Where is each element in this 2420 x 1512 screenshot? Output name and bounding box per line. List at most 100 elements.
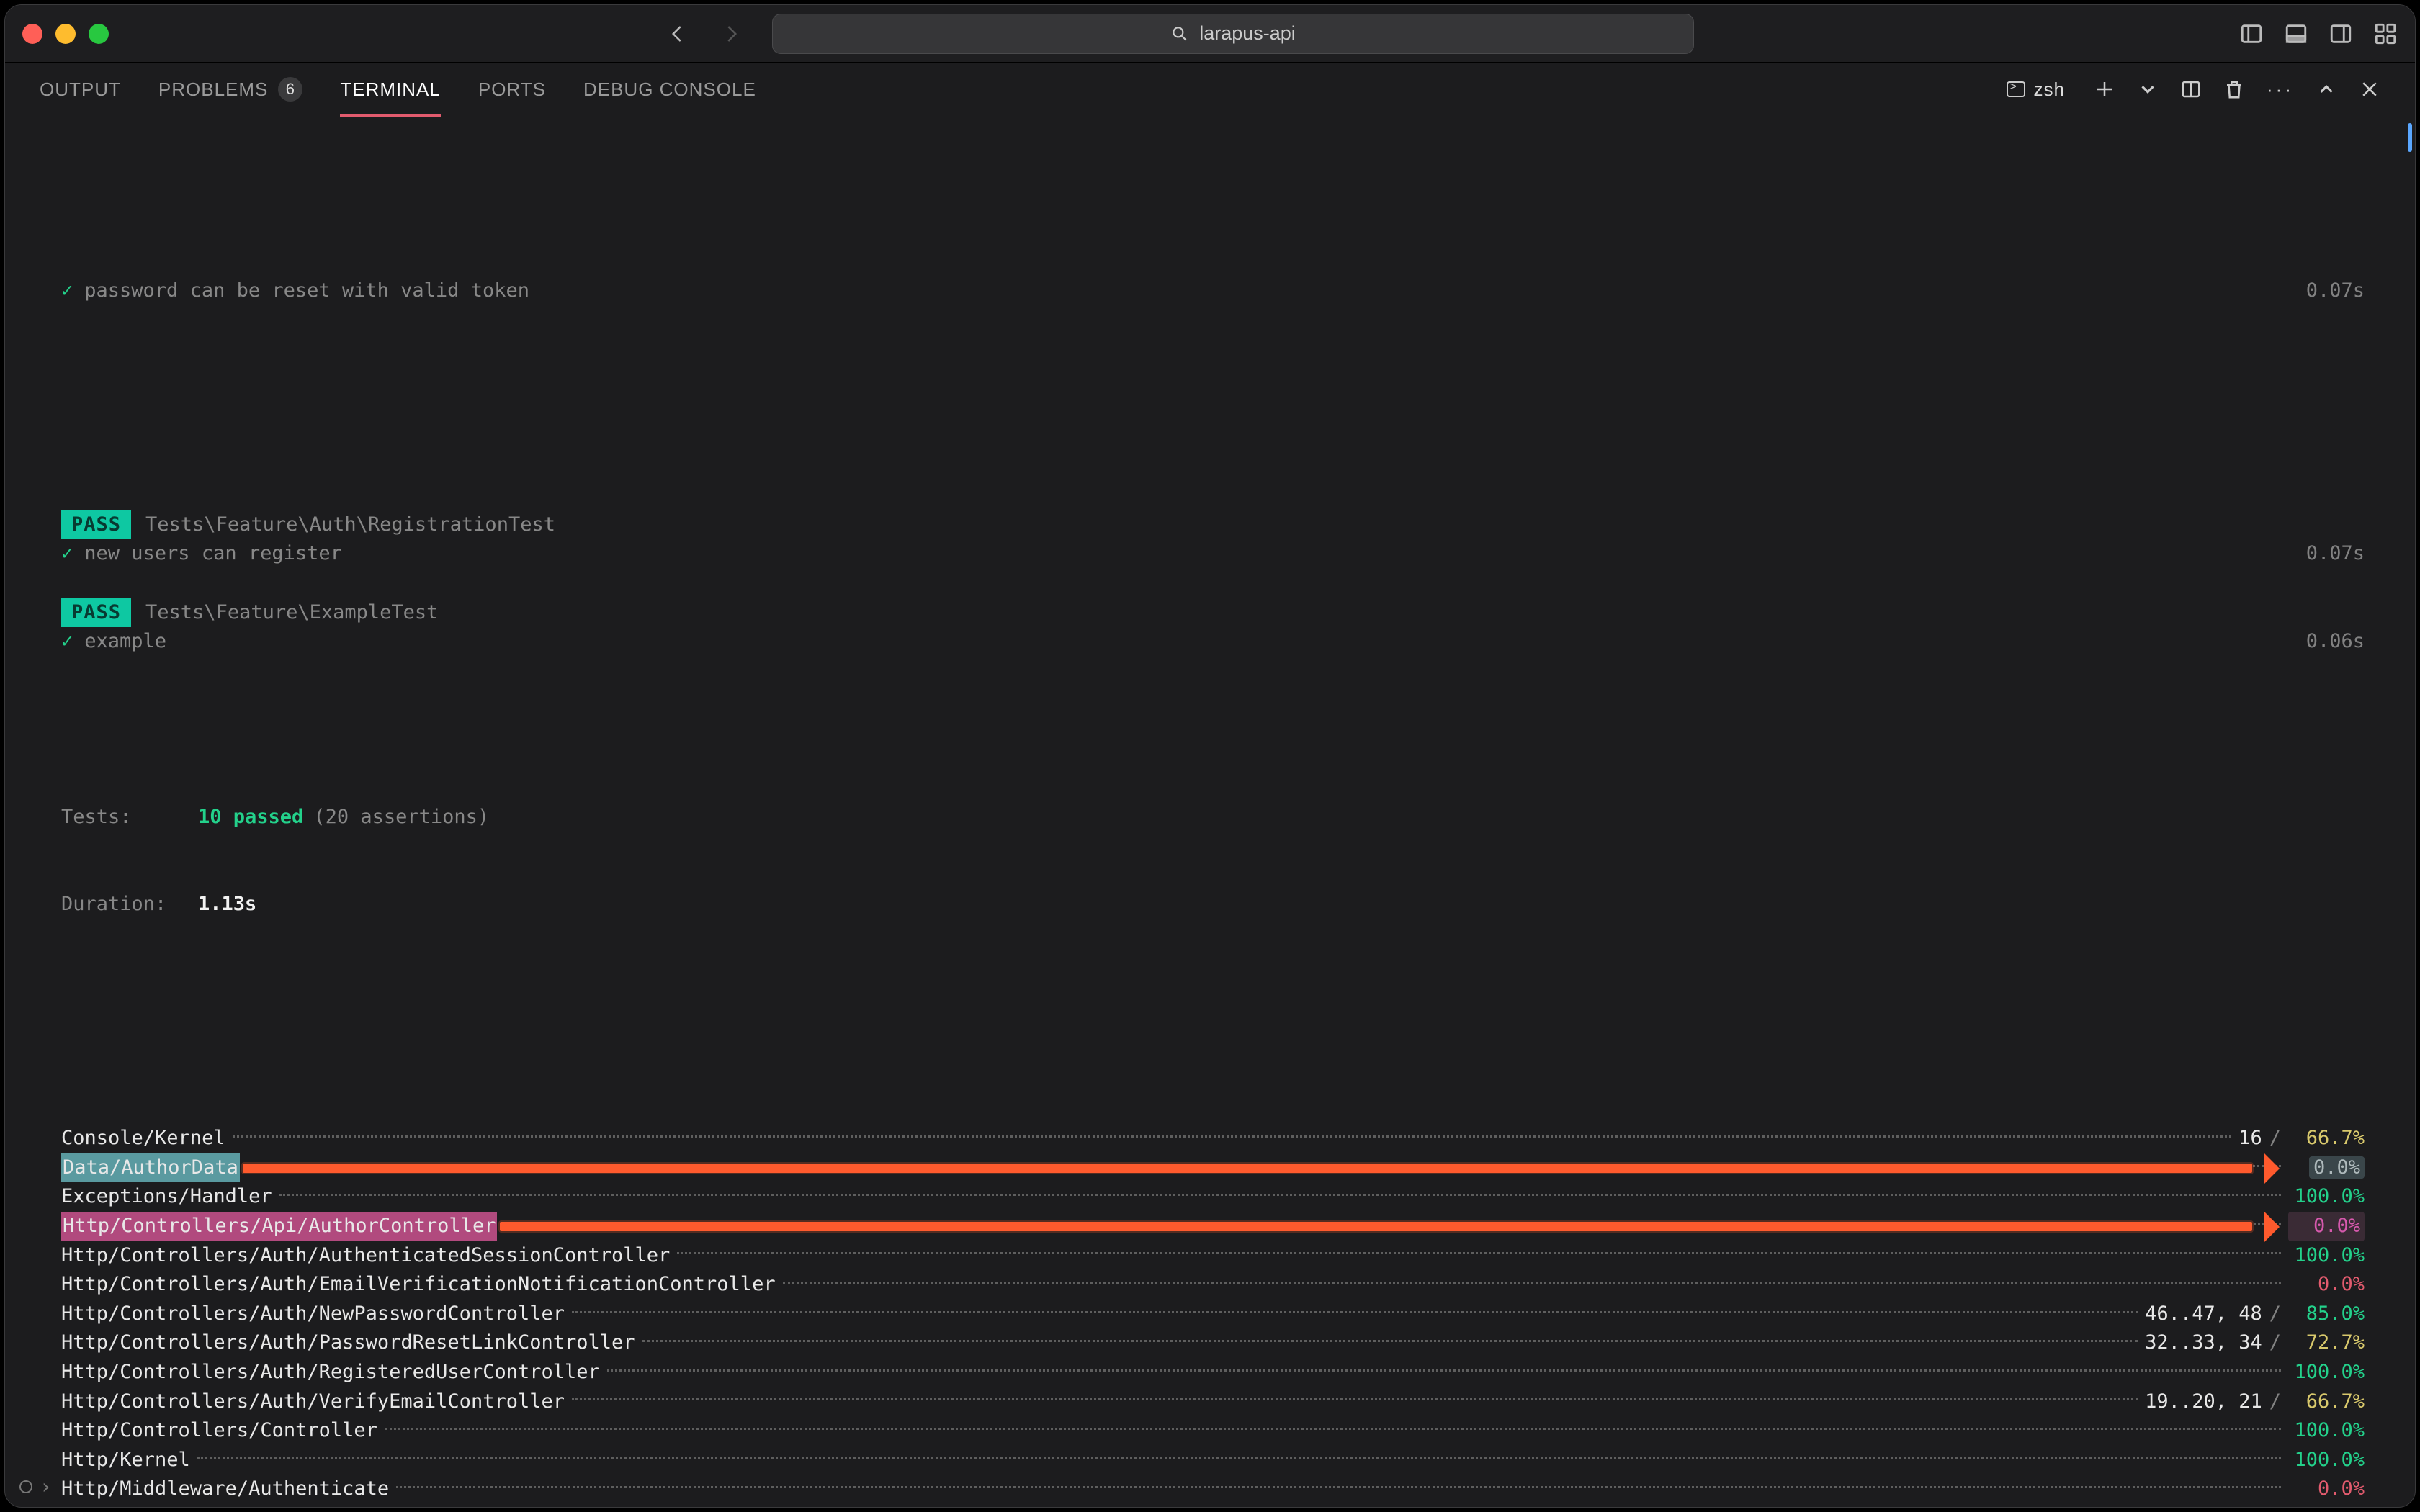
coverage-path: Data/AuthorData	[61, 1153, 240, 1183]
coverage-path: Http/Controllers/Auth/AuthenticatedSessi…	[61, 1241, 670, 1271]
tab-debug-console[interactable]: DEBUG CONSOLE	[583, 78, 756, 101]
test-case-time: 0.07s	[2306, 539, 2365, 569]
coverage-lines: 32..33, 34	[2145, 1328, 2262, 1358]
remote-indicator-icon	[19, 1480, 32, 1493]
new-terminal-button[interactable]	[2094, 78, 2115, 100]
pass-badge: PASS	[61, 510, 131, 540]
coverage-sep: /	[2269, 1300, 2281, 1329]
tab-ports-label: PORTS	[478, 78, 546, 101]
shell-name: zsh	[2034, 78, 2065, 101]
test-case-name: example	[84, 627, 166, 657]
coverage-pct: 0.0%	[2288, 1153, 2365, 1183]
command-center-search[interactable]: larapus-api	[772, 14, 1694, 54]
window-titlebar: larapus-api	[5, 5, 2415, 63]
coverage-path: Http/Controllers/Api/AuthorController	[61, 1212, 497, 1241]
coverage-path: Http/Controllers/Auth/VerifyEmailControl…	[61, 1387, 565, 1417]
terminal-dropdown-icon[interactable]	[2137, 78, 2159, 100]
tab-terminal-label: TERMINAL	[340, 78, 440, 101]
chevron-right-icon: ›	[40, 1475, 52, 1498]
toggle-primary-sidebar-icon[interactable]	[2239, 22, 2264, 46]
toggle-secondary-sidebar-icon[interactable]	[2329, 22, 2353, 46]
coverage-lines: 46..47, 48	[2145, 1300, 2262, 1329]
search-text: larapus-api	[1199, 22, 1296, 45]
tab-ports[interactable]: PORTS	[478, 78, 546, 101]
coverage-path: Http/Controllers/Auth/RegisteredUserCont…	[61, 1358, 600, 1387]
tab-debug-console-label: DEBUG CONSOLE	[583, 78, 756, 101]
kill-terminal-button[interactable]	[2223, 78, 2245, 100]
terminal-output[interactable]: ✓ password can be reset with valid token…	[5, 116, 2415, 1507]
coverage-path: Http/Middleware/Authenticate	[61, 1475, 389, 1504]
coverage-path: Http/Controllers/Auth/PasswordResetLinkC…	[61, 1328, 635, 1358]
coverage-pct: 66.7%	[2288, 1124, 2365, 1153]
window-zoom-button[interactable]	[89, 24, 109, 44]
scroll-marker	[2408, 123, 2412, 152]
split-terminal-button[interactable]	[2180, 78, 2202, 100]
close-panel-button[interactable]	[2359, 78, 2380, 100]
traffic-lights	[22, 24, 109, 44]
tab-problems[interactable]: PROBLEMS 6	[158, 77, 303, 102]
panel-tabs: OUTPUT PROBLEMS 6 TERMINAL PORTS DEBUG C…	[5, 63, 2415, 116]
window-close-button[interactable]	[22, 24, 42, 44]
coverage-path: Http/Kernel	[61, 1446, 190, 1475]
test-case-name: password can be reset with valid token	[84, 276, 529, 306]
nav-arrows	[667, 23, 742, 45]
customize-layout-icon[interactable]	[2373, 22, 2398, 46]
statusbar-remote[interactable]: ›	[19, 1475, 52, 1498]
tab-output[interactable]: OUTPUT	[40, 78, 121, 101]
terminal-shell-selector[interactable]: zsh	[1999, 76, 2072, 104]
window-minimize-button[interactable]	[55, 24, 76, 44]
coverage-dots	[572, 1398, 2138, 1400]
coverage-path: Http/Controllers/Controller	[61, 1416, 377, 1446]
coverage-path: Console/Kernel	[61, 1124, 225, 1153]
nav-forward-button[interactable]	[720, 23, 742, 45]
coverage-pct: 100.0%	[2288, 1241, 2365, 1271]
coverage-path: Http/Controllers/Auth/EmailVerificationN…	[61, 1270, 776, 1300]
coverage-pct: 100.0%	[2288, 1504, 2365, 1507]
coverage-dots	[233, 1135, 2232, 1138]
coverage-pct: 85.0%	[2288, 1300, 2365, 1329]
coverage-dots	[385, 1428, 2281, 1430]
tab-output-label: OUTPUT	[40, 78, 121, 101]
suite-path: Tests\Feature\Auth\RegistrationTest	[145, 510, 555, 540]
coverage-pct: 0.0%	[2288, 1212, 2365, 1241]
coverage-lines: 16	[2238, 1124, 2262, 1153]
coverage-sep: /	[2269, 1328, 2281, 1358]
coverage-pct: 0.0%	[2288, 1475, 2365, 1504]
coverage-pct: 72.7%	[2288, 1328, 2365, 1358]
problems-count-badge: 6	[278, 77, 302, 102]
coverage-pct: 100.0%	[2288, 1182, 2365, 1212]
coverage-dots	[572, 1311, 2138, 1313]
coverage-dots	[642, 1340, 2138, 1342]
coverage-sep: /	[2269, 1124, 2281, 1153]
terminal-icon	[2007, 81, 2025, 97]
pass-badge: PASS	[61, 598, 131, 628]
tests-passed-count: 10 passed	[198, 803, 303, 832]
coverage-dots	[279, 1194, 2281, 1196]
coverage-dots	[607, 1369, 2281, 1372]
coverage-lines: 19..20, 21	[2145, 1387, 2262, 1417]
coverage-pct: 100.0%	[2288, 1416, 2365, 1446]
suite-path: Tests\Feature\ExampleTest	[145, 598, 438, 628]
toggle-panel-icon[interactable]	[2284, 22, 2308, 46]
maximize-panel-icon[interactable]	[2316, 78, 2337, 100]
coverage-path: Http/Controllers/Auth/NewPasswordControl…	[61, 1300, 565, 1329]
coverage-pct: 100.0%	[2288, 1446, 2365, 1475]
tab-terminal[interactable]: TERMINAL	[340, 78, 440, 101]
coverage-dots	[783, 1282, 2281, 1284]
duration-label: Duration:	[61, 890, 184, 919]
annotation-arrow	[500, 1222, 2252, 1231]
tab-problems-label: PROBLEMS	[158, 78, 269, 101]
coverage-dots	[396, 1486, 2281, 1488]
coverage-path: Http/Middleware/EncryptCookies	[61, 1504, 413, 1507]
nav-back-button[interactable]	[667, 23, 689, 45]
test-case-time: 0.07s	[2306, 276, 2365, 306]
coverage-pct: 100.0%	[2288, 1358, 2365, 1387]
more-actions-icon[interactable]: ···	[2267, 78, 2294, 101]
layout-controls	[2239, 22, 2398, 46]
checkmark-icon: ✓	[61, 627, 73, 657]
annotation-arrow	[243, 1164, 2252, 1173]
test-case-name: new users can register	[84, 539, 342, 569]
search-icon	[1170, 24, 1189, 43]
checkmark-icon: ✓	[61, 276, 73, 306]
checkmark-icon: ✓	[61, 539, 73, 569]
